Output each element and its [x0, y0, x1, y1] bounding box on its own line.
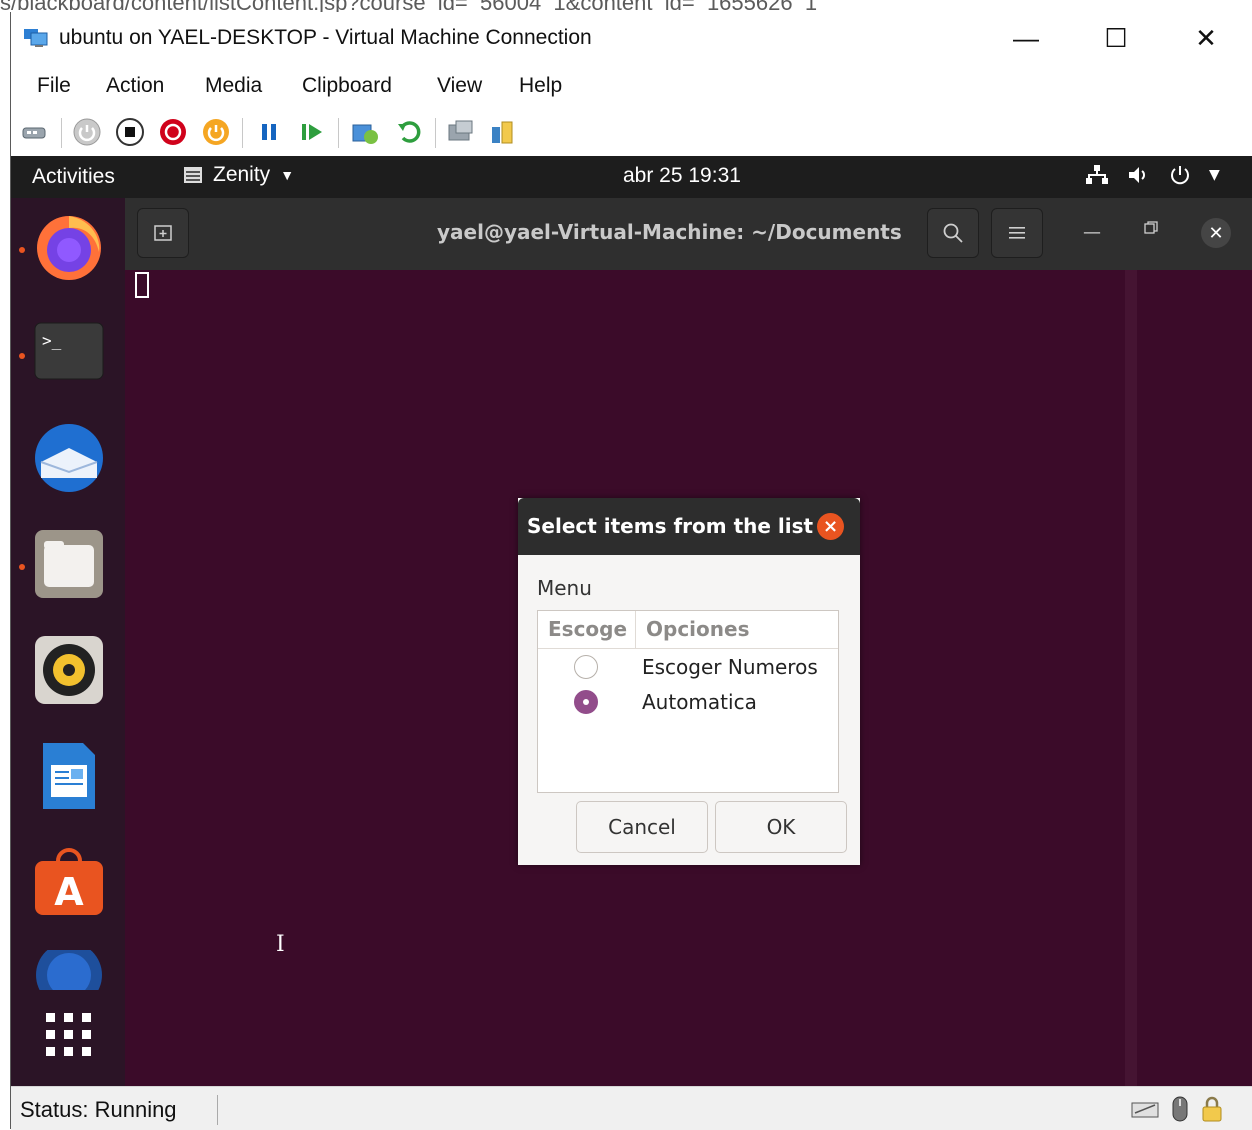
app-menu-label: Zenity: [213, 163, 271, 186]
gnome-top-bar: Activities Zenity ▼ abr 25 19:31 ▼: [11, 156, 1252, 198]
list-item[interactable]: Escoger Numeros: [538, 651, 838, 686]
toolbar-separator: [435, 118, 436, 148]
volume-icon: [1129, 167, 1145, 183]
dialog-close-icon[interactable]: ×: [817, 513, 844, 540]
menu-view[interactable]: View: [437, 74, 482, 98]
dialog-label: Menu: [537, 576, 592, 600]
revert-icon[interactable]: [393, 116, 425, 148]
new-tab-button[interactable]: [137, 208, 189, 258]
running-indicator: [19, 564, 25, 570]
menu-file[interactable]: File: [37, 74, 71, 98]
list-item[interactable]: Automatica: [538, 686, 838, 721]
title-bar: ubuntu on YAEL-DESKTOP - Virtual Machine…: [11, 12, 1252, 64]
background-url-text: s/blackboard/content/listContent.jsp?cou…: [0, 0, 817, 12]
search-button[interactable]: [927, 208, 979, 258]
running-indicator: [19, 247, 25, 253]
options-list[interactable]: Escoge Opciones Escoger Numeros Automati…: [537, 610, 839, 793]
list-item-label: Automatica: [642, 690, 757, 714]
share-icon[interactable]: [487, 116, 519, 148]
chevron-down-icon: ▼: [280, 167, 295, 183]
status-icons: [1131, 1095, 1223, 1123]
new-tab-icon: [154, 225, 172, 241]
running-indicator: [19, 353, 25, 359]
terminal-header-bar: yael@yael-Virtual-Machine: ~/Documents —…: [125, 198, 1252, 270]
files-icon[interactable]: [33, 528, 105, 600]
terminal-icon[interactable]: >_: [33, 316, 105, 388]
resume-icon[interactable]: [297, 116, 329, 148]
terminal-close-icon[interactable]: ✕: [1201, 218, 1231, 248]
menu-media[interactable]: Media: [205, 74, 262, 98]
keyboard-icon: [1131, 1102, 1159, 1118]
rhythmbox-icon[interactable]: [33, 634, 105, 706]
terminal-minimize-icon[interactable]: —: [1083, 222, 1101, 243]
checkpoint-icon[interactable]: [349, 116, 381, 148]
turn-off-icon[interactable]: [114, 116, 146, 148]
hamburger-menu-button[interactable]: [991, 208, 1043, 258]
svg-text:A: A: [54, 870, 84, 914]
svg-text:>_: >_: [42, 331, 62, 350]
ubuntu-dock: >_ A: [11, 198, 125, 1086]
ctrl-alt-del-icon[interactable]: [19, 116, 51, 148]
list-header: Escoge Opciones: [538, 611, 838, 649]
menu-bar: File Action Media Clipboard View Help: [11, 64, 1252, 110]
close-button[interactable]: ✕: [1161, 12, 1251, 64]
vm-toolbar: [11, 110, 1252, 156]
show-applications-icon[interactable]: [33, 998, 105, 1070]
column-header-opciones[interactable]: Opciones: [646, 617, 749, 641]
toolbar-separator: [338, 118, 339, 148]
libreoffice-writer-icon[interactable]: [33, 740, 105, 812]
list-item-label: Escoger Numeros: [642, 655, 818, 679]
maximize-button[interactable]: ☐: [1071, 12, 1161, 64]
column-header-escoge[interactable]: Escoge: [548, 617, 627, 641]
radio-button-selected[interactable]: [574, 690, 598, 714]
mouse-ibeam-cursor: I: [276, 932, 285, 957]
system-tray[interactable]: ▼: [1085, 164, 1220, 186]
help-icon[interactable]: [33, 950, 105, 990]
firefox-icon[interactable]: [33, 210, 105, 282]
vm-connection-icon: [24, 29, 48, 47]
activities-button[interactable]: Activities: [32, 165, 115, 189]
menu-clipboard[interactable]: Clipboard: [302, 74, 392, 98]
menu-help[interactable]: Help: [519, 74, 562, 98]
toolbar-separator: [242, 118, 243, 148]
guest-display[interactable]: Activities Zenity ▼ abr 25 19:31 ▼ >_ A …: [11, 156, 1252, 1086]
cancel-button[interactable]: Cancel: [576, 801, 708, 853]
status-separator: [217, 1095, 218, 1125]
enhanced-session-icon[interactable]: [445, 116, 477, 148]
hamburger-icon: [1009, 227, 1025, 239]
radio-button[interactable]: [574, 655, 598, 679]
lock-icon: [1202, 1096, 1222, 1122]
background-browser-strip: s/blackboard/content/listContent.jsp?cou…: [0, 0, 1252, 12]
network-icon: [1086, 165, 1108, 184]
status-text: Status: Running: [20, 1097, 177, 1122]
power-icon: [1171, 166, 1189, 185]
terminal-cursor: [135, 272, 149, 298]
chevron-down-icon: ▼: [1209, 167, 1220, 183]
save-icon[interactable]: [200, 116, 232, 148]
terminal-title: yael@yael-Virtual-Machine: ~/Documents: [437, 220, 902, 244]
terminal-scrollbar[interactable]: [1125, 270, 1137, 1086]
minimize-button[interactable]: —: [981, 12, 1071, 64]
ok-button[interactable]: OK: [715, 801, 847, 853]
pause-icon[interactable]: [253, 116, 285, 148]
start-icon[interactable]: [71, 116, 103, 148]
app-window-icon: [184, 167, 202, 183]
dialog-header: Select items from the list ×: [518, 498, 860, 555]
zenity-list-dialog: Select items from the list × Menu Escoge…: [518, 498, 860, 865]
mouse-icon: [1172, 1096, 1188, 1122]
menu-action[interactable]: Action: [106, 74, 164, 98]
window-title: ubuntu on YAEL-DESKTOP - Virtual Machine…: [59, 26, 592, 49]
clock[interactable]: abr 25 19:31: [623, 164, 741, 188]
vm-connection-window: ubuntu on YAEL-DESKTOP - Virtual Machine…: [10, 12, 1252, 1130]
dialog-title: Select items from the list: [527, 514, 814, 538]
shut-down-icon[interactable]: [157, 116, 189, 148]
terminal-maximize-icon[interactable]: [1143, 220, 1159, 240]
search-icon: [943, 223, 963, 243]
status-bar: Status: Running: [11, 1086, 1252, 1130]
toolbar-separator: [61, 118, 62, 148]
ubuntu-software-icon[interactable]: A: [33, 846, 105, 918]
thunderbird-icon[interactable]: [33, 422, 105, 494]
app-menu[interactable]: Zenity ▼: [183, 163, 294, 187]
column-divider: [635, 611, 636, 648]
